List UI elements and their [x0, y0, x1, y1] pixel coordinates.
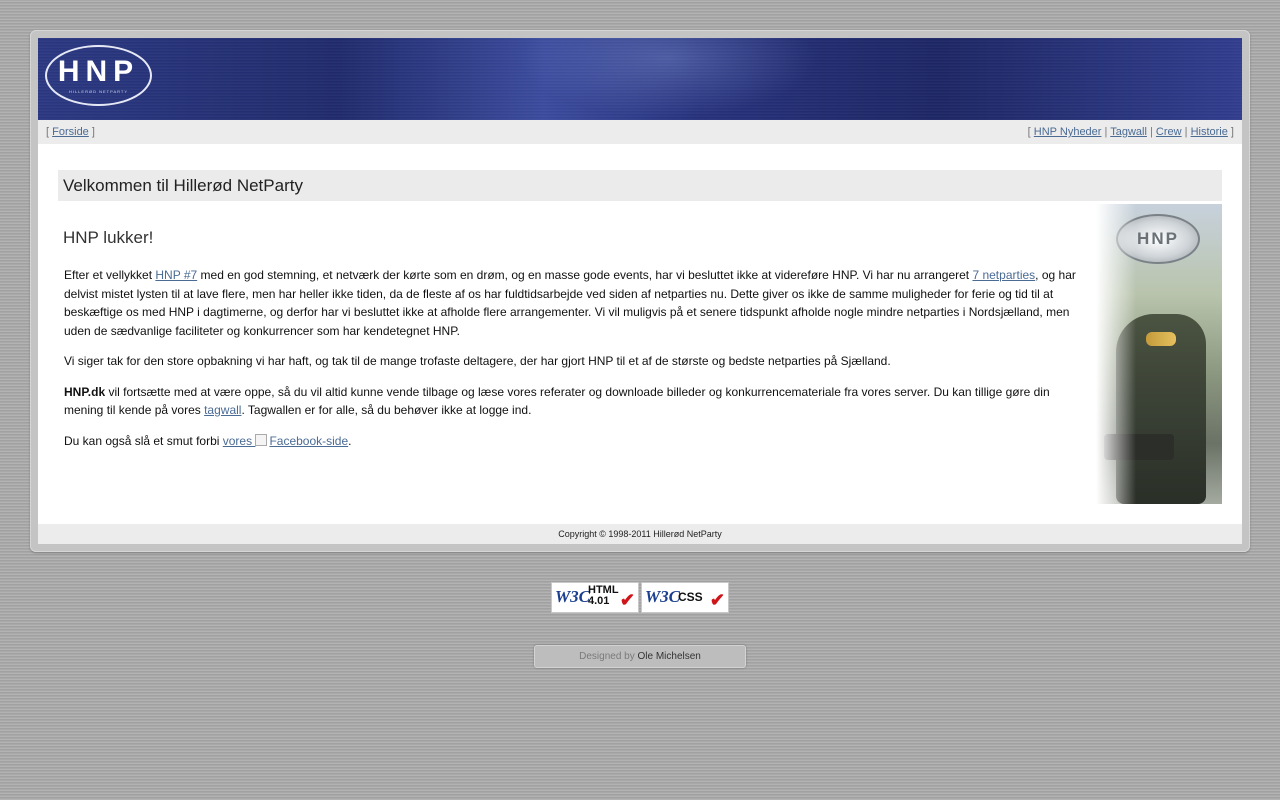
link-text: vores — [222, 433, 256, 448]
w3c-html-badge[interactable]: W3C HTML 4.01 ✔ — [551, 582, 639, 613]
hnp-logo[interactable]: HNP HILLERØD NETPARTY — [45, 45, 152, 106]
link-7-netparties[interactable]: 7 netparties — [972, 268, 1035, 282]
nav-link-tagwall[interactable]: Tagwall — [1110, 126, 1147, 138]
image-fade — [1096, 204, 1136, 504]
paragraph-thanks: Vi siger tak for den store opbakning vi … — [64, 354, 891, 368]
helmet-visor — [1146, 332, 1176, 346]
nav-link-hnp-nyheder[interactable]: HNP Nyheder — [1034, 126, 1102, 138]
paragraph-facebook: Du kan også slå et smut forbi vores Face… — [64, 432, 1084, 451]
text: . — [348, 433, 352, 448]
validation-badges: W3C HTML 4.01 ✔ W3C CSS ✔ — [551, 582, 731, 613]
check-icon: ✔ — [709, 590, 725, 610]
check-icon: ✔ — [619, 590, 635, 610]
text: Du kan også slå et smut forbi — [64, 433, 223, 448]
text: Efter et vellykket — [64, 268, 156, 282]
link-facebook[interactable]: vores Facebook-side — [222, 433, 349, 448]
site-name: HNP.dk — [64, 384, 106, 399]
paragraph-site-continues: HNP.dk vil fortsætte med at være oppe, s… — [64, 383, 1084, 420]
nav-left: [ Forside ] — [46, 126, 95, 138]
text: . Tagwallen er for alle, så du behøver i… — [241, 403, 532, 417]
broken-image-icon — [255, 433, 268, 446]
w3c-logo: W3C — [645, 587, 680, 606]
site-frame: HNP HILLERØD NETPARTY [ Forside ] [ HNP … — [30, 30, 1250, 552]
w3c-css-badge[interactable]: W3C CSS ✔ — [641, 582, 729, 613]
welcome-title: Velkommen til Hillerød NetParty — [58, 170, 1222, 201]
link-tagwall[interactable]: tagwall — [204, 403, 241, 417]
main-content: HNP lukker! Efter et vellykket HNP #7 me… — [63, 204, 1084, 462]
designer-prefix: Designed by — [579, 651, 638, 662]
navigation-bar: [ Forside ] [ HNP Nyheder | Tagwall | Cr… — [38, 120, 1242, 144]
nav-link-crew[interactable]: Crew — [1156, 126, 1182, 138]
footer-copyright: Copyright © 1998-2011 Hillerød NetParty — [38, 524, 1242, 544]
logo-subtitle: HILLERØD NETPARTY — [68, 89, 129, 94]
paragraph-closing: Efter et vellykket HNP #7 med en god ste… — [64, 266, 1084, 340]
nav-right: [ HNP Nyheder | Tagwall | Crew | Histori… — [1027, 126, 1234, 138]
facebook-image-alt: Facebook-side — [269, 433, 349, 448]
badge-label: CSS — [678, 590, 703, 604]
logo-text: HNP — [57, 55, 140, 88]
badge-label: HTML 4.01 — [588, 584, 619, 607]
text: med en god stemning, et netværk der kørt… — [197, 268, 973, 282]
side-illustration: HNP — [1096, 204, 1222, 504]
designer-name[interactable]: Ole Michelsen — [638, 651, 701, 662]
banner-texture — [38, 38, 1242, 120]
designer-credit: Designed by Ole Michelsen — [534, 645, 746, 668]
nav-link-forside[interactable]: Forside — [52, 126, 89, 138]
article-heading: HNP lukker! — [63, 228, 154, 247]
link-hnp7[interactable]: HNP #7 — [155, 268, 197, 282]
nav-link-historie[interactable]: Historie — [1191, 126, 1228, 138]
side-logo-text: HNP — [1137, 229, 1179, 248]
w3c-logo: W3C — [555, 587, 590, 606]
header-banner: HNP HILLERØD NETPARTY — [38, 38, 1242, 120]
page-container: HNP HILLERØD NETPARTY [ Forside ] [ HNP … — [38, 38, 1242, 544]
